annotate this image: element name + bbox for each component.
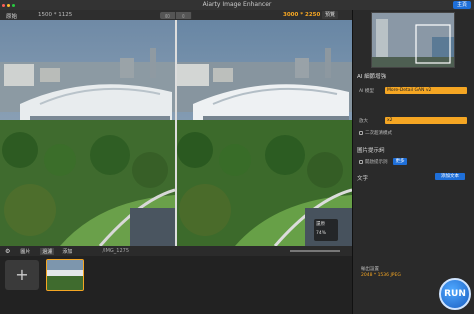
run-button[interactable]: RUN	[439, 278, 471, 310]
add-text-button[interactable]: 添加文本	[435, 173, 465, 180]
toolbar: 原始 1500 * 1125 ▯▯ ▯ 3000 * 2250 預覽	[0, 10, 352, 20]
filmstrip: +	[0, 256, 352, 314]
text-section-title: 文字	[357, 176, 369, 182]
file-name: /IMG_1275	[102, 248, 130, 254]
scale-label: 放大	[359, 119, 368, 124]
app-window: Aiarty Image Enhancer 主頁 原始 1500 * 1125 …	[0, 0, 474, 314]
sidebar: AI 細節增強 AI 模型 More-Detail GAN v2 放大 x2 二…	[352, 10, 474, 314]
output-size: 3000 * 2250	[283, 11, 321, 18]
split-view-icon[interactable]: ▯▯	[160, 11, 176, 19]
view-toggle[interactable]: ▯▯ ▯	[160, 11, 192, 19]
scale-select[interactable]: x2	[385, 117, 467, 124]
scale-option-label: 二次超清模式	[365, 131, 392, 136]
extract-more-button[interactable]: 更多	[393, 158, 407, 165]
tab-filter[interactable]: 過濾	[40, 247, 55, 255]
export-label: 輸出設置	[361, 267, 379, 272]
original-size: 1500 * 1125	[38, 11, 73, 18]
zoom-value: 74%	[316, 231, 327, 236]
settings-icon[interactable]: ⚙	[5, 248, 10, 255]
scale-option-checkbox[interactable]	[359, 131, 363, 135]
enhanced-image	[177, 20, 352, 246]
enhanced-pane[interactable]	[177, 20, 352, 246]
title-bar: Aiarty Image Enhancer 主頁	[0, 0, 474, 10]
navigator-image	[372, 13, 454, 67]
original-label: 原始	[6, 13, 18, 20]
ai-model-label: AI 模型	[359, 89, 374, 94]
thumbnail[interactable]	[46, 259, 84, 291]
zoom-slider[interactable]	[290, 250, 340, 252]
add-image-button[interactable]: +	[5, 260, 39, 290]
preview-button[interactable]: 預覽	[322, 11, 339, 19]
image-stage[interactable]: 還原 74%	[0, 20, 352, 246]
zoom-indicator[interactable]: 還原 74%	[314, 219, 338, 241]
export-value: 2048 * 1536 JPEG	[361, 273, 401, 278]
extract-checkbox[interactable]	[359, 160, 363, 164]
original-pane[interactable]	[0, 20, 175, 246]
navigator-preview[interactable]	[371, 12, 455, 68]
extract-section-title: 圖片提示詞	[357, 148, 385, 154]
extract-label: 開啟提示詞	[365, 160, 388, 165]
tab-add[interactable]: 添加	[62, 248, 72, 255]
tab-images[interactable]: 圖片	[20, 248, 30, 255]
ai-model-select[interactable]: More-Detail GAN v2	[385, 87, 467, 94]
single-view-icon[interactable]: ▯	[176, 11, 192, 19]
zoom-label: 還原	[316, 222, 325, 227]
bottom-bar: ⚙ 圖片 過濾 添加 /IMG_1275	[0, 246, 352, 256]
home-button[interactable]: 主頁	[452, 1, 471, 9]
ai-section-title: AI 細節增強	[357, 74, 387, 80]
thumbnail-image	[47, 260, 83, 290]
window-title: Aiarty Image Enhancer	[202, 1, 272, 8]
original-image	[0, 20, 175, 246]
